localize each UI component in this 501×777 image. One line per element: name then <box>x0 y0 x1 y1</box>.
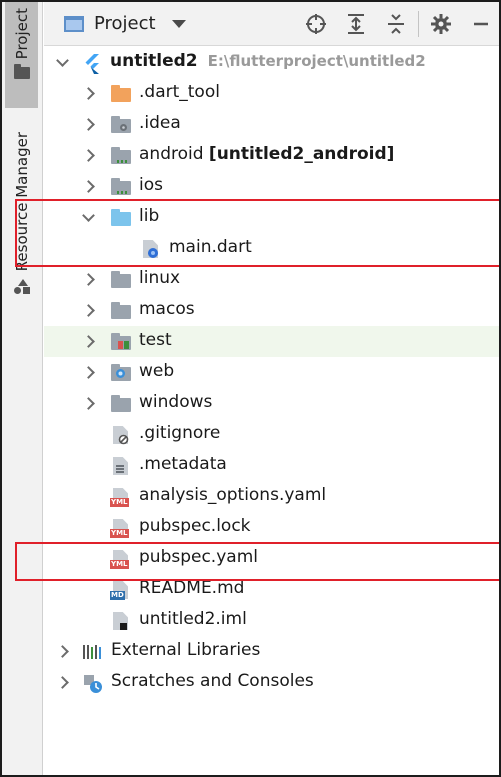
tree-row-analysis-options[interactable]: YML analysis_options.yaml <box>44 481 499 512</box>
android-label: android <box>139 144 204 164</box>
view-selector-dropdown[interactable]: Project <box>64 9 186 39</box>
tree-item-label: .idea <box>139 113 181 133</box>
chevron-right-icon[interactable] <box>82 180 94 192</box>
tree-item-label: External Libraries <box>111 640 261 660</box>
chevron-right-icon[interactable] <box>56 676 68 688</box>
tree-item-label: analysis_options.yaml <box>139 485 327 505</box>
tree-item-label: .dart_tool <box>139 82 220 102</box>
module-folder-icon <box>110 177 132 197</box>
root-module-path: E:\flutterproject\untitled2 <box>207 52 426 70</box>
shapes-icon <box>13 279 30 295</box>
tree-item-label: web <box>139 361 175 381</box>
collapse-all-icon <box>388 14 404 34</box>
chevron-right-icon[interactable] <box>82 149 94 161</box>
view-selector-label: Project <box>94 13 156 34</box>
tree-item-label: README.md <box>139 578 245 598</box>
collapse-all-button[interactable] <box>376 2 416 46</box>
toolbar-separator <box>418 11 419 37</box>
folder-icon <box>110 270 132 290</box>
tree-row-web[interactable]: web <box>44 357 499 388</box>
settings-folder-icon <box>110 115 132 135</box>
tree-row-android[interactable]: android [untitled2_android] <box>44 140 499 171</box>
tree-item-label: windows <box>139 392 213 412</box>
ignore-file-icon <box>110 425 132 445</box>
folder-icon <box>110 301 132 321</box>
tree-row-gitignore[interactable]: .gitignore <box>44 419 499 450</box>
tree-item-label: ios <box>139 175 163 195</box>
root-module-label: untitled2 E:\flutterproject\untitled2 <box>110 51 426 71</box>
tree-row-iml[interactable]: untitled2.iml <box>44 605 499 636</box>
settings-button[interactable] <box>421 2 461 46</box>
scratches-icon <box>82 673 104 693</box>
project-tree: untitled2 E:\flutterproject\untitled2 .da… <box>15 46 499 775</box>
project-tool-tab[interactable]: Project <box>5 2 38 108</box>
root-module-name: untitled2 <box>110 51 198 71</box>
tree-item-label: test <box>139 330 172 350</box>
expand-all-icon <box>348 14 364 34</box>
folder-icon <box>110 394 132 414</box>
tree-row-test[interactable]: test <box>44 326 499 357</box>
highlight-box-lib <box>15 199 499 267</box>
tree-row-external-libraries[interactable]: External Libraries <box>44 636 499 667</box>
tool-window-strip: Project Resource Manager <box>2 2 43 775</box>
chevron-right-icon[interactable] <box>82 118 94 130</box>
tree-row-windows[interactable]: windows <box>44 388 499 419</box>
chevron-right-icon[interactable] <box>82 304 94 316</box>
chevron-right-icon[interactable] <box>82 366 94 378</box>
expand-all-button[interactable] <box>336 2 376 46</box>
yaml-file-icon: YML <box>110 487 132 507</box>
minimize-icon <box>474 22 488 26</box>
folder-icon <box>110 84 132 104</box>
module-file-icon <box>110 611 132 631</box>
md-badge: MD <box>110 591 125 600</box>
folder-icon <box>13 64 30 80</box>
tree-item-label: linux <box>139 268 181 288</box>
tree-row-macos[interactable]: macos <box>44 295 499 326</box>
yml-badge: YML <box>110 529 129 538</box>
tree-item-label: .gitignore <box>139 423 221 443</box>
tree-row-pubspec-lock[interactable]: YML pubspec.lock <box>44 512 499 543</box>
chevron-right-icon[interactable] <box>82 335 94 347</box>
gear-icon <box>431 14 451 34</box>
yml-badge: YML <box>110 498 129 507</box>
text-file-icon <box>110 456 132 476</box>
locate-button[interactable] <box>296 2 336 46</box>
chevron-down-icon[interactable] <box>56 56 68 68</box>
module-folder-icon <box>110 146 132 166</box>
chevron-right-icon[interactable] <box>82 397 94 409</box>
tree-item-label: android [untitled2_android] <box>139 144 394 164</box>
tree-item-label: pubspec.lock <box>139 516 251 536</box>
project-toolbar: Project <box>44 2 499 46</box>
yaml-file-icon: YML <box>110 518 132 538</box>
tree-row-root[interactable]: untitled2 E:\flutterproject\untitled2 <box>44 47 499 78</box>
tree-item-label: Scratches and Consoles <box>111 671 314 691</box>
project-tab-label: Project <box>12 8 31 60</box>
crosshair-icon <box>306 14 326 34</box>
chevron-right-icon[interactable] <box>56 645 68 657</box>
tree-item-label: untitled2.iml <box>139 609 247 629</box>
tree-row-dart-tool[interactable]: .dart_tool <box>44 78 499 109</box>
tree-item-label: .metadata <box>139 454 227 474</box>
tree-row-linux[interactable]: linux <box>44 264 499 295</box>
tree-row-idea[interactable]: .idea <box>44 109 499 140</box>
project-view-icon <box>64 15 84 32</box>
highlight-box-pubspec <box>15 542 499 581</box>
android-module-name: [untitled2_android] <box>208 144 395 164</box>
tree-row-scratches[interactable]: Scratches and Consoles <box>44 667 499 698</box>
project-tool-window: Project Resource Manager Project untitle… <box>0 0 501 777</box>
chevron-right-icon[interactable] <box>82 87 94 99</box>
tree-row-metadata[interactable]: .metadata <box>44 450 499 481</box>
tree-item-label: macos <box>139 299 195 319</box>
test-folder-icon <box>110 332 132 352</box>
chevron-right-icon[interactable] <box>82 273 94 285</box>
markdown-file-icon: MD <box>110 580 132 600</box>
web-folder-icon <box>110 363 132 383</box>
flutter-module-icon <box>82 53 104 74</box>
hide-button[interactable] <box>461 2 499 46</box>
tree-row-ios[interactable]: ios <box>44 171 499 202</box>
library-icon <box>82 642 104 662</box>
chevron-down-icon <box>171 19 186 28</box>
